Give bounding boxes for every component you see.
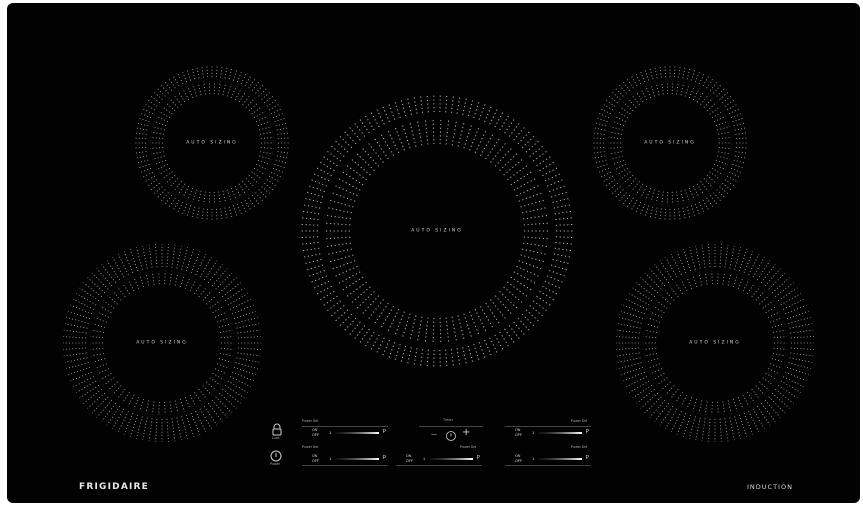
power-min-label: 1 [532, 456, 535, 461]
zone-rear-left[interactable]: AUTO SIZING [132, 63, 292, 223]
lock-icon [272, 423, 282, 436]
power-max-label: P [476, 455, 480, 461]
timer-control[interactable]: Timer — + [419, 418, 483, 445]
timer-label: Timer [443, 418, 454, 422]
zone-control-front-right[interactable]: Power Set ON OFF 1 P [505, 445, 591, 466]
power-icon [270, 450, 282, 462]
zone-front-left[interactable]: AUTO SIZING [62, 243, 262, 443]
onoff-button[interactable]: ON OFF [515, 454, 522, 463]
lock-label: Lock [272, 436, 280, 440]
onoff-button[interactable]: ON OFF [312, 454, 319, 463]
power-min-label: 1 [329, 456, 332, 461]
timer-plus-button[interactable]: + [462, 427, 470, 438]
power-max-label: P [585, 429, 589, 435]
onoff-button[interactable]: ON OFF [312, 428, 319, 437]
timer-icon [446, 431, 456, 441]
zone-control-center[interactable]: Power Set ON OFF 1 P [396, 445, 482, 466]
zone-center[interactable]: AUTO SIZING [301, 95, 573, 367]
zone-control-name: Power Set [570, 419, 587, 423]
zone-rear-left-label: AUTO SIZING [186, 140, 238, 146]
onoff-button[interactable]: ON OFF [515, 428, 522, 437]
zone-rear-right-label: AUTO SIZING [644, 140, 696, 146]
power-slider[interactable] [335, 432, 379, 434]
zone-front-right[interactable]: AUTO SIZING [615, 243, 815, 443]
power-min-label: 1 [329, 430, 332, 435]
power-button[interactable]: Power [269, 449, 285, 469]
power-max-label: P [585, 455, 589, 461]
power-max-label: P [382, 429, 386, 435]
zone-front-left-label: AUTO SIZING [136, 340, 188, 346]
zone-control-name: Power Set [459, 445, 476, 449]
zone-center-label: AUTO SIZING [411, 228, 463, 234]
zone-control-name: Power Set [302, 419, 319, 423]
onoff-button[interactable]: ON OFF [406, 454, 413, 463]
product-line-label: INDUCTION [747, 483, 793, 491]
power-slider[interactable] [429, 458, 473, 460]
power-max-label: P [382, 455, 386, 461]
lock-button[interactable]: Lock [270, 423, 284, 441]
zone-control-name: Power Set [302, 445, 319, 449]
timer-minus-button[interactable]: — [431, 431, 437, 438]
zone-rear-right[interactable]: AUTO SIZING [590, 63, 750, 223]
brand-logo: FRIGIDAIRE [79, 482, 150, 492]
power-min-label: 1 [423, 456, 426, 461]
power-slider[interactable] [538, 458, 582, 460]
zone-control-front-left[interactable]: Power Set ON OFF 1 P [302, 445, 388, 466]
power-min-label: 1 [532, 430, 535, 435]
cooktop-surface: AUTO SIZING AUTO SIZING AUTO SIZING AUTO… [7, 3, 860, 503]
zone-control-rear-right[interactable]: Power Set ON OFF 1 P [505, 419, 591, 440]
power-slider[interactable] [335, 458, 379, 460]
power-slider[interactable] [538, 432, 582, 434]
power-label: Power [270, 462, 280, 466]
zone-front-right-label: AUTO SIZING [689, 340, 741, 346]
zone-control-rear-left[interactable]: Power Set ON OFF 1 P [302, 419, 388, 440]
zone-control-name: Power Set [570, 445, 587, 449]
